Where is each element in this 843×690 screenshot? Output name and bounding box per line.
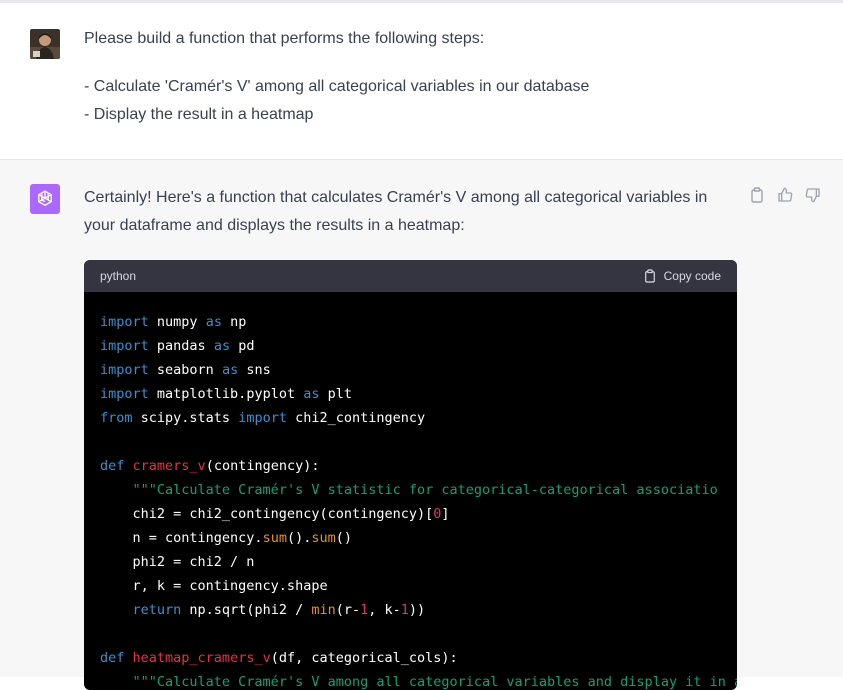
chatgpt-logo-icon [30,184,60,214]
code-content: import numpy as np import pandas as pd imp… [84,292,737,690]
code-token: def [100,458,125,474]
code-line: """Calculate Cramér's V statistic for ca… [100,478,721,502]
code-token: numpy [148,314,206,330]
code-token: sum [262,530,287,546]
code-token: def [100,650,125,666]
code-language-label: python [100,269,137,283]
user-message-line: - Display the result in a heatmap [84,106,314,123]
code-token: (contingency): [205,458,320,474]
clipboard-icon [644,269,655,283]
code-token: phi2 = chi2 / n [100,554,255,570]
code-block-header: python Copy code [84,260,737,292]
code-token: """Calculate Cramér's V among all catego… [132,674,737,690]
code-line: def cramers_v(contingency): [100,454,721,478]
code-token: sns [238,362,271,378]
code-token: import [100,386,149,402]
code-token: plt [319,386,352,402]
code-block: python Copy code import numpy as np impor… [84,260,737,690]
code-token: (r- [335,602,361,618]
code-token: as [205,314,222,330]
code-token: matplotlib.pyplot [148,386,304,402]
code-token: (). [286,530,312,546]
code-token: import [100,314,149,330]
code-token: as [213,338,231,354]
copy-message-icon[interactable] [748,186,766,204]
code-line: return np.sqrt(phi2 / min(r-1, k-1)) [100,598,721,622]
code-token: () [335,530,352,546]
thumbs-down-icon[interactable] [804,186,822,204]
message-actions [748,186,822,204]
code-token: import [238,410,287,426]
code-token: ] [441,506,450,522]
code-line: n = contingency.sum().sum() [100,526,721,550]
user-message-line: - Calculate 'Cramér's V' among all categ… [84,78,590,95]
thumbs-up-icon[interactable] [776,186,794,204]
user-message-text: Please build a function that performs th… [84,25,724,129]
code-line: import seaborn as sns [100,358,721,382]
code-token: pd [230,338,255,354]
code-token: scipy.stats [132,410,239,426]
code-token: 1 [400,602,409,618]
code-token: , k- [368,602,401,618]
copy-code-button[interactable]: Copy code [644,269,721,283]
code-line: def heatmap_cramers_v(df, categorical_co… [100,646,721,670]
code-line: r, k = contingency.shape [100,574,721,598]
code-token: return [132,602,182,618]
code-token: )) [408,602,426,618]
code-line: chi2 = chi2_contingency(contingency)[0] [100,502,721,526]
code-token: as [303,386,320,402]
code-token: min [311,602,336,618]
code-line: """Calculate Cramér's V among all catego… [100,670,737,690]
code-line: import matplotlib.pyplot as plt [100,382,721,406]
user-message-row: Please build a function that performs th… [0,3,843,160]
code-line: from scipy.stats import chi2_contingency [100,406,721,430]
code-token: chi2_contingency [286,410,426,426]
code-token: heatmap_cramers_v [132,650,271,666]
code-token: n = contingency. [100,530,263,546]
user-message-line: Please build a function that performs th… [84,30,485,47]
code-token: as [221,362,239,378]
code-line: phi2 = chi2 / n [100,550,721,574]
code-token: r, k = contingency.shape [100,578,328,594]
assistant-message-line: Certainly! Here's a function that calcul… [84,189,708,206]
code-token: import [100,362,149,378]
code-token: seaborn [148,362,222,378]
code-token: sum [311,530,336,546]
code-token: np.sqrt(phi2 / [181,602,312,618]
code-token: pandas [148,338,214,354]
code-token: chi2 = chi2_contingency(contingency)[ [100,506,434,522]
code-token: cramers_v [132,458,206,474]
copy-code-label: Copy code [663,269,721,283]
code-token: np [221,314,247,330]
code-token: (df, categorical_cols): [270,650,458,666]
assistant-message-line: your dataframe and displays the results … [84,217,465,234]
code-line: import numpy as np [100,310,721,334]
assistant-message-row: Certainly! Here's a function that calcul… [0,160,843,690]
code-token: """Calculate Cramér's V statistic for ca… [132,482,718,498]
code-token: from [100,410,133,426]
code-line: import pandas as pd [100,334,721,358]
code-token: import [100,338,149,354]
assistant-message-text: Certainly! Here's a function that calcul… [84,184,714,240]
user-avatar [30,29,60,59]
